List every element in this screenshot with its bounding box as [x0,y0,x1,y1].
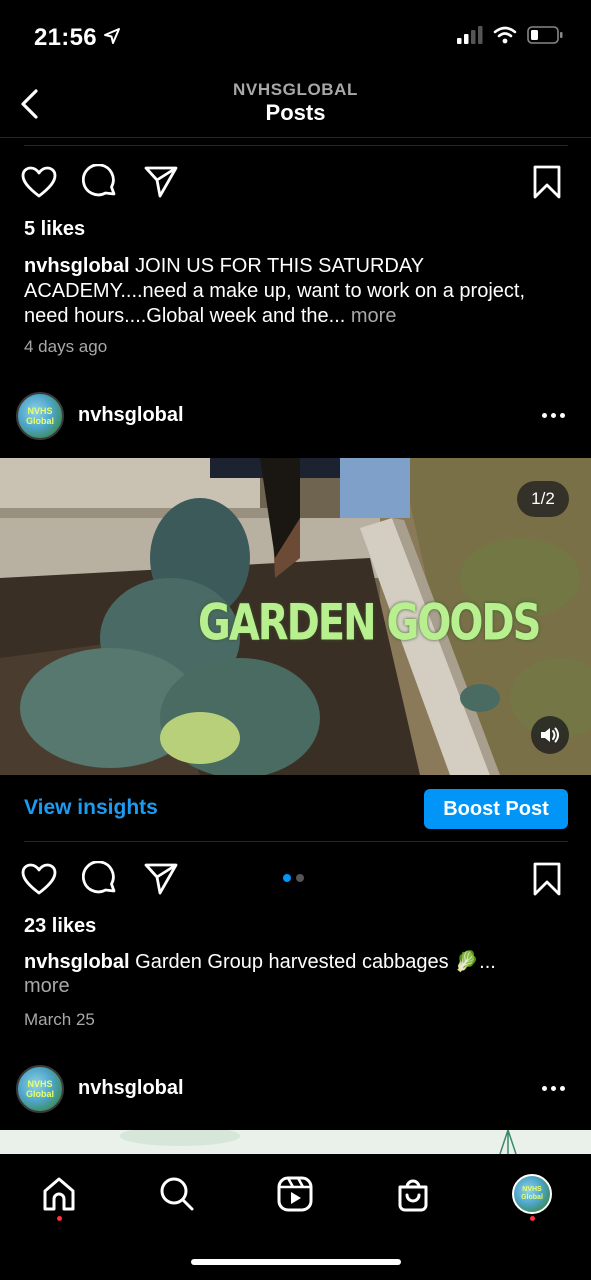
avatar-logo-text: NVHS Global [521,1186,543,1201]
notification-dot [57,1216,62,1221]
post3-header: NVHS Global nvhsglobal [0,1059,591,1119]
nav-header: NVHSGLOBAL Posts [0,76,591,138]
post1-action-row [0,162,591,206]
insights-divider [24,841,568,842]
post-username[interactable]: nvhsglobal [78,404,184,427]
post-username[interactable]: nvhsglobal [78,1077,184,1100]
tab-home[interactable] [35,1170,83,1218]
signal-icon [457,26,483,49]
post-divider [24,145,568,146]
more-options-button[interactable] [533,1073,573,1103]
post2-date: March 25 [24,1010,95,1029]
status-time-text: 21:56 [34,24,97,51]
post1-caption: nvhsglobal JOIN US FOR THIS SATURDAY ACA… [24,254,544,329]
comment-icon [82,861,116,894]
tab-profile[interactable]: NVHS Global [508,1170,556,1218]
post3-media-preview[interactable] [0,1130,591,1154]
bookmark-icon [533,165,561,199]
sound-toggle-button[interactable] [531,716,569,754]
wifi-icon [493,26,517,49]
search-icon [160,1177,194,1211]
ellipsis-icon [541,412,547,418]
post2-header: NVHS Global nvhsglobal [0,386,591,446]
post1-likes[interactable]: 5 likes [24,218,85,241]
post2-caption: nvhsglobal Garden Group harvested cabbag… [24,950,544,975]
status-time: 21:56 [34,24,121,52]
tab-search[interactable] [153,1170,201,1218]
notification-dot [530,1216,535,1221]
caption-text: Garden Group harvested cabbages 🥬... [135,951,496,973]
heart-icon [21,863,57,895]
insights-row: View insights Boost Post [0,788,591,830]
save-button[interactable] [527,162,567,202]
save-button[interactable] [527,859,567,899]
heart-icon [21,166,57,198]
comment-button[interactable] [80,162,120,202]
send-icon [144,863,178,895]
caption-more-link[interactable]: more [24,975,70,998]
battery-icon [527,26,563,49]
boost-post-button[interactable]: Boost Post [424,789,568,829]
avatar[interactable]: NVHS Global [16,392,64,440]
tab-shop[interactable] [389,1170,437,1218]
carousel-dot-active [283,874,291,882]
comment-button[interactable] [80,859,120,899]
post1-timestamp: 4 days ago [24,337,108,356]
send-icon [144,166,178,198]
post2-likes[interactable]: 23 likes [24,915,96,938]
carousel-dot [296,874,304,882]
location-arrow-icon [103,24,121,52]
avatar[interactable]: NVHS Global [16,1065,64,1113]
avatar-logo-text: NVHS Global [25,406,54,426]
speaker-icon [541,727,559,743]
post3-image-top [120,1130,517,1154]
like-button[interactable] [19,162,59,202]
avatar-logo-text: NVHS Global [25,1079,54,1099]
carousel-indicator [283,874,304,882]
header-account-name: NVHSGLOBAL [233,80,358,99]
profile-avatar: NVHS Global [512,1174,552,1214]
reels-icon [277,1176,313,1212]
caption-username[interactable]: nvhsglobal [24,255,130,277]
tab-reels[interactable] [271,1170,319,1218]
status-bar: 21:56 [0,0,591,76]
comment-icon [82,164,116,197]
like-button[interactable] [19,859,59,899]
share-button[interactable] [141,859,181,899]
ellipsis-icon [541,1085,547,1091]
caption-username[interactable]: nvhsglobal [24,951,130,973]
bookmark-icon [533,862,561,896]
media-overlay-title: GARDEN GOODS [198,594,541,652]
media-counter-badge: 1/2 [517,481,569,517]
page-title: Posts [265,100,326,125]
view-insights-link[interactable]: View insights [24,796,158,820]
shopping-bag-icon [398,1179,428,1212]
home-indicator [191,1259,401,1265]
status-icons [457,26,563,49]
caption-more-link[interactable]: more [351,305,397,327]
home-icon [43,1177,75,1211]
share-button[interactable] [141,162,181,202]
more-options-button[interactable] [533,400,573,430]
